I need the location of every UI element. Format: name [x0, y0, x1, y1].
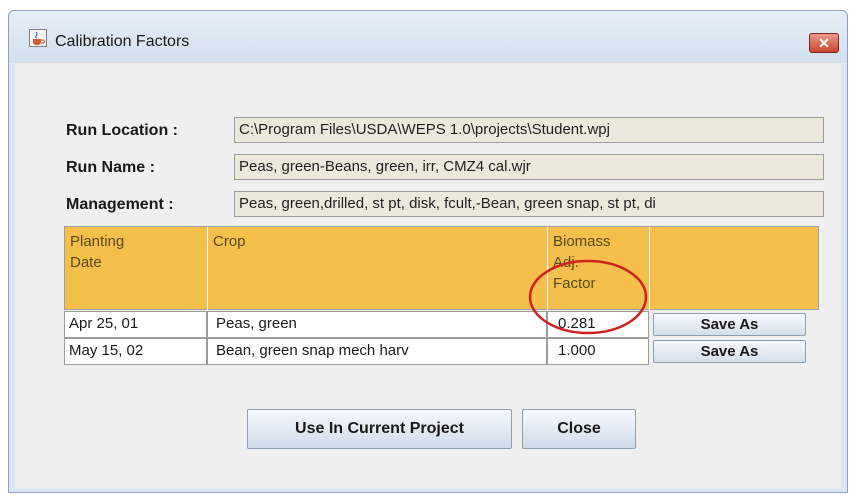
planting-date-cell[interactable]: Apr 25, 01 — [64, 311, 207, 338]
table-header: Planting Date Crop Biomass Adj. Factor — [64, 226, 819, 311]
header-planting-date: Planting Date — [65, 227, 208, 311]
table-row: May 15, 02 Bean, green snap mech harv 1.… — [64, 338, 819, 365]
management-label: Management : — [66, 196, 174, 213]
crop-cell[interactable]: Peas, green — [207, 311, 547, 338]
run-name-label: Run Name : — [66, 159, 155, 176]
biomass-factor-cell[interactable]: 1.000 — [547, 338, 649, 365]
planting-date-cell[interactable]: May 15, 02 — [64, 338, 207, 365]
run-location-label: Run Location : — [66, 122, 178, 139]
table-row: Apr 25, 01 Peas, green 0.281 Save As — [64, 311, 819, 338]
window-title: Calibration Factors — [55, 33, 190, 50]
management-field: Peas, green,drilled, st pt, disk, fcult,… — [234, 191, 824, 217]
run-name-field: Peas, green-Beans, green, irr, CMZ4 cal.… — [234, 154, 824, 180]
crop-cell[interactable]: Bean, green snap mech harv — [207, 338, 547, 365]
biomass-factor-cell[interactable]: 0.281 — [547, 311, 649, 338]
save-as-button[interactable]: Save As — [653, 340, 806, 363]
java-cup-icon — [29, 29, 47, 47]
run-location-field: C:\Program Files\USDA\WEPS 1.0\projects\… — [234, 117, 824, 143]
header-action — [650, 227, 818, 311]
header-biomass-adj-factor: Biomass Adj. Factor — [548, 227, 650, 311]
close-icon[interactable]: ✕ — [809, 33, 839, 53]
calibration-factors-window: Calibration Factors ✕ Run Location : C:\… — [8, 10, 848, 493]
use-in-current-project-button[interactable]: Use In Current Project — [247, 409, 512, 449]
title-bar: Calibration Factors ✕ — [9, 11, 847, 63]
close-button[interactable]: Close — [522, 409, 636, 449]
save-as-button[interactable]: Save As — [653, 313, 806, 336]
header-crop: Crop — [208, 227, 548, 311]
